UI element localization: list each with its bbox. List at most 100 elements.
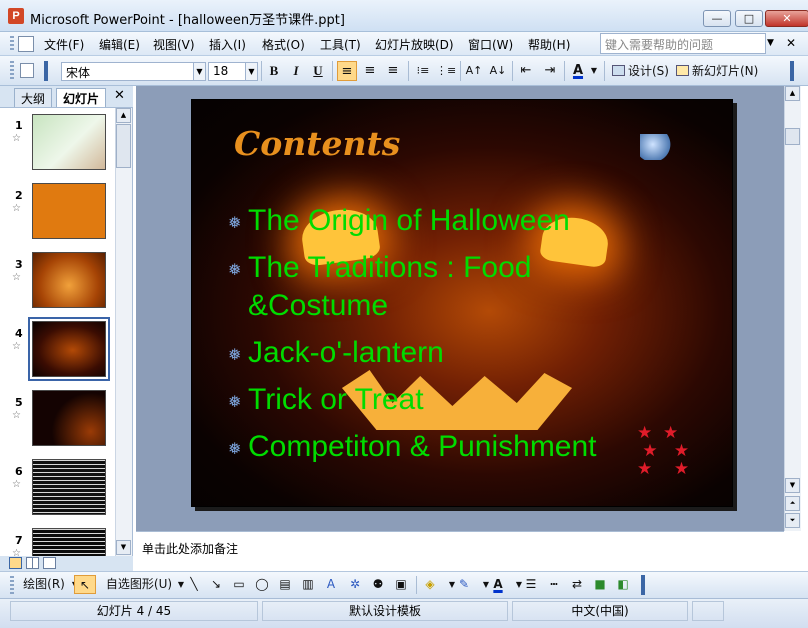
select-pointer-icon[interactable]: ↖	[74, 575, 96, 594]
menu-view[interactable]: 视图(V)	[153, 36, 195, 53]
arrow-icon[interactable]: ↘	[208, 575, 224, 594]
font-name-dropdown-icon[interactable]: ▼	[193, 62, 206, 81]
minimize-button[interactable]: —	[703, 10, 731, 27]
help-search-input[interactable]: 键入需要帮助的问题	[600, 33, 766, 54]
menu-slideshow[interactable]: 幻灯片放映(D)	[375, 36, 454, 53]
increase-indent-button[interactable]: ⇥	[540, 61, 560, 81]
rectangle-icon[interactable]: ▭	[231, 575, 247, 594]
numbering-button[interactable]: ⁝≡	[413, 61, 433, 81]
align-right-button[interactable]: ≡	[383, 61, 403, 81]
font-color-button[interactable]: A	[568, 61, 588, 81]
notes-pane[interactable]: 单击此处添加备注	[136, 531, 784, 568]
slide-thumbnail[interactable]	[32, 114, 106, 170]
line-style-icon[interactable]: ☰	[523, 575, 539, 594]
scroll-thumb[interactable]	[116, 124, 131, 168]
autoshapes-button[interactable]: 自选图形(U)	[104, 575, 174, 594]
slide-thumbnail[interactable]	[32, 459, 106, 515]
menu-grip-icon[interactable]	[10, 36, 14, 52]
slide-transition-icon: ☆	[12, 548, 21, 556]
thumbnail-scrollbar[interactable]: ▲ ▼	[115, 108, 132, 556]
underline-button[interactable]: U	[308, 61, 328, 81]
bullet-item[interactable]: ❅ Competiton & Punishment	[228, 428, 638, 466]
pane-close-icon[interactable]: ✕	[114, 88, 125, 103]
design-button[interactable]: 设计(S)	[612, 61, 670, 81]
document-icon[interactable]	[18, 36, 34, 52]
wordart-icon[interactable]: A	[323, 575, 339, 594]
slide-title[interactable]: Contents	[234, 124, 400, 163]
scroll-up-icon[interactable]: ▲	[116, 108, 131, 123]
menu-file[interactable]: 文件(F)	[44, 36, 84, 53]
menu-edit[interactable]: 编辑(E)	[99, 36, 140, 53]
slide-thumbnail[interactable]	[32, 252, 106, 308]
3d-style-icon[interactable]: ◧	[615, 575, 631, 594]
font-size-dropdown-icon[interactable]: ▼	[245, 62, 258, 81]
align-center-button[interactable]: ≡	[360, 61, 380, 81]
draw-toolbar-overflow-icon[interactable]	[641, 575, 645, 595]
toolbar-grip-icon[interactable]	[10, 61, 14, 81]
tab-outline[interactable]: 大纲	[14, 88, 53, 107]
draw-menu-button[interactable]: 绘图(R)	[20, 575, 68, 594]
slide-thumbnail[interactable]	[32, 183, 106, 239]
restore-button[interactable]: □	[735, 10, 763, 27]
help-dropdown-icon[interactable]: ▼	[767, 38, 774, 48]
fill-color-icon[interactable]: ◈	[422, 575, 438, 594]
font-size-select[interactable]: 18	[208, 62, 246, 81]
clipart-icon[interactable]: ⚉	[370, 575, 386, 594]
line-icon[interactable]: ╲	[186, 575, 202, 594]
normal-view-icon[interactable]	[9, 557, 22, 569]
menu-insert[interactable]: 插入(I)	[209, 36, 246, 53]
scroll-thumb[interactable]	[785, 128, 800, 145]
current-slide[interactable]: ★ ★ ★ ★ ★ ★ Contents ❅ The Origin of Hallo…	[191, 99, 733, 507]
toolbar-options-icon[interactable]	[44, 61, 48, 81]
bullets-button[interactable]: ⋮≡	[436, 61, 456, 81]
bold-button[interactable]: B	[264, 61, 284, 81]
shrink-font-button[interactable]: A↓	[488, 61, 508, 81]
slide-transition-icon: ☆	[12, 410, 21, 421]
slideshow-view-icon[interactable]	[43, 557, 56, 569]
textbox-icon[interactable]: ▤	[277, 575, 293, 594]
scroll-down-icon[interactable]: ▼	[116, 540, 131, 555]
menu-tools[interactable]: 工具(T)	[320, 36, 361, 53]
draw-grip-icon[interactable]	[10, 576, 14, 594]
menu-window[interactable]: 窗口(W)	[468, 36, 513, 53]
vertical-textbox-icon[interactable]: ▥	[300, 575, 316, 594]
previous-slide-icon[interactable]: ⏶	[785, 496, 800, 511]
insert-picture-icon[interactable]: ▣	[393, 575, 409, 594]
diagram-icon[interactable]: ✲	[347, 575, 363, 594]
slide-thumbnail[interactable]	[32, 390, 106, 446]
oval-icon[interactable]: ◯	[254, 575, 270, 594]
new-document-icon[interactable]	[20, 63, 34, 78]
arrow-style-icon[interactable]: ⇄	[569, 575, 585, 594]
scroll-down-icon[interactable]: ▼	[785, 478, 800, 493]
bullet-item[interactable]: ❅ The Origin of Halloween	[228, 202, 638, 240]
separator	[416, 576, 417, 594]
align-left-button[interactable]: ≡	[337, 61, 357, 81]
decrease-indent-button[interactable]: ⇤	[516, 61, 536, 81]
font-color-draw-icon[interactable]: A	[490, 575, 506, 594]
font-name-select[interactable]: 宋体	[61, 62, 194, 81]
slide-sorter-view-icon[interactable]	[26, 557, 39, 569]
tab-slides[interactable]: 幻灯片	[56, 88, 107, 107]
menu-help[interactable]: 帮助(H)	[528, 36, 570, 53]
dash-style-icon[interactable]: ┅	[546, 575, 562, 594]
document-close-icon[interactable]: ✕	[786, 36, 796, 50]
shadow-style-icon[interactable]: ■	[592, 575, 608, 594]
editor-scrollbar[interactable]: ▲ ▼ ⏶ ⏷	[784, 86, 801, 531]
line-color-icon[interactable]: ✎	[456, 575, 472, 594]
slide-thumbnail-selected[interactable]	[28, 317, 110, 381]
slide-thumbnail[interactable]	[32, 528, 106, 556]
toolbar-overflow-icon[interactable]	[790, 61, 794, 81]
slides-thumbnail-panel[interactable]: 1 ☆ 2 ☆ 3 ☆ 4 ☆ 5 ☆ 6 ☆ 7 ☆	[0, 108, 133, 556]
new-slide-button[interactable]: 新幻灯片(N)	[676, 61, 764, 81]
scroll-up-icon[interactable]: ▲	[785, 86, 800, 101]
grow-font-button[interactable]: A↑	[464, 61, 484, 81]
italic-button[interactable]: I	[286, 61, 306, 81]
slide-bullet-list[interactable]: ❅ The Origin of Halloween ❅ The Traditions…	[228, 202, 638, 475]
bullet-item[interactable]: ❅ The Traditions : Food &Costume	[228, 249, 638, 325]
bullet-item[interactable]: ❅ Trick or Treat	[228, 381, 638, 419]
menu-format[interactable]: 格式(O)	[262, 36, 305, 53]
bullet-item[interactable]: ❅ Jack-o'-lantern	[228, 334, 638, 372]
next-slide-icon[interactable]: ⏷	[785, 513, 800, 528]
font-color-dropdown-icon[interactable]: ▼	[589, 61, 599, 81]
close-button[interactable]: ✕	[765, 10, 808, 27]
